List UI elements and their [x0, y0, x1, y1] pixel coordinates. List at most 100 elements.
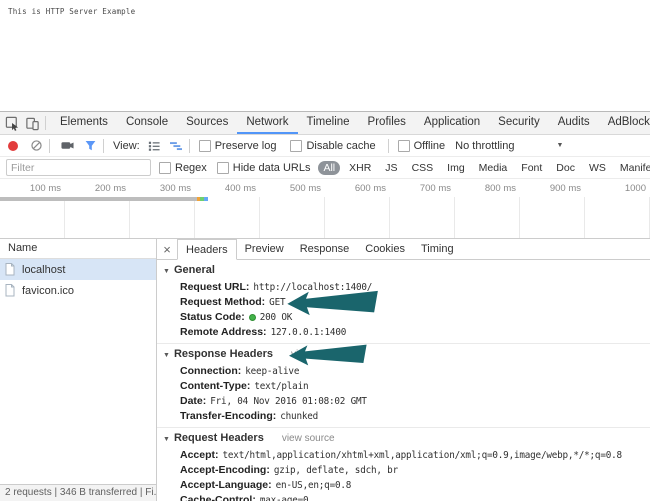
tab-sources[interactable]: Sources	[177, 112, 237, 134]
section-divider	[157, 427, 650, 428]
view-label: View:	[113, 139, 140, 152]
triangle-down-icon: ▼	[163, 436, 170, 443]
header-row: Accept-Encoding: gzip, deflate, sdch, br	[163, 462, 650, 477]
tab-adblock[interactable]: AdBlock	[599, 112, 650, 134]
timeline-tick: 300 ms	[159, 183, 191, 194]
timeline-tick: 1000	[624, 183, 646, 194]
filter-type-xhr[interactable]: XHR	[344, 161, 376, 175]
filter-type-all[interactable]: All	[318, 160, 341, 175]
view-list-icon[interactable]	[146, 138, 162, 154]
hide-data-urls-checkbox[interactable]: Hide data URLs	[216, 161, 310, 174]
request-row-favicon-ico[interactable]: favicon.ico	[0, 280, 156, 301]
disable-cache-checkbox[interactable]: Disable cache	[290, 139, 376, 152]
page-content-text: This is HTTP Server Example	[8, 7, 136, 16]
filter-type-js[interactable]: JS	[380, 161, 402, 175]
checkbox-icon[interactable]	[159, 161, 171, 174]
filter-type-media[interactable]: Media	[474, 161, 513, 175]
tab-application[interactable]: Application	[415, 112, 489, 134]
section-title-label: Response Headers	[173, 348, 273, 360]
filter-type-doc[interactable]: Doc	[551, 161, 580, 175]
tab-profiles[interactable]: Profiles	[359, 112, 415, 134]
details-tab-headers[interactable]: Headers	[177, 239, 237, 260]
header-row: Content-Type: text/plain	[163, 378, 650, 393]
chevron-down-icon[interactable]: ▼	[556, 142, 563, 149]
header-value: keep-alive	[245, 366, 300, 377]
preserve-log-checkbox[interactable]: Preserve log	[198, 139, 277, 152]
network-main-area: Name localhost favicon.ico 2 requests | 3…	[0, 239, 650, 501]
details-tab-preview[interactable]: Preview	[237, 239, 292, 259]
name-column-header[interactable]: Name	[0, 239, 156, 259]
header-value: text/plain	[254, 381, 309, 392]
toolbar-divider	[103, 138, 104, 153]
checkbox-icon[interactable]	[216, 161, 229, 174]
view-source-link[interactable]: view source	[282, 432, 335, 446]
details-tab-cookies[interactable]: Cookies	[357, 239, 413, 259]
header-name: Cache-Control:	[180, 494, 256, 501]
close-icon[interactable]: ×	[157, 239, 177, 259]
main-tabs: Elements Console Sources Network Timeline Pro…	[51, 112, 650, 134]
filter-type-css[interactable]: CSS	[407, 161, 439, 175]
details-tab-timing[interactable]: Timing	[413, 239, 462, 259]
header-row: Connection: keep-alive	[163, 363, 650, 378]
timeline-ruler: 100 ms 200 ms 300 ms 400 ms 500 ms 600 ms 700 …	[0, 179, 650, 197]
header-value: en-US,en;q=0.8	[275, 480, 352, 491]
header-value: 200 OK	[259, 312, 293, 323]
header-name: Status Code:	[180, 311, 245, 323]
tab-timeline[interactable]: Timeline	[298, 112, 359, 134]
filter-type-img[interactable]: Img	[442, 161, 470, 175]
request-list: localhost favicon.ico	[0, 259, 156, 301]
section-divider	[157, 343, 650, 344]
timeline-overview[interactable]	[0, 197, 650, 239]
section-title-request-headers[interactable]: ▼ Request Headers view source	[163, 431, 650, 447]
filter-funnel-icon[interactable]	[82, 138, 98, 154]
preserve-log-label: Preserve log	[214, 139, 277, 152]
tab-network[interactable]: Network	[237, 112, 298, 134]
timeline-tick: 200 ms	[94, 183, 126, 194]
header-value: GET	[269, 297, 286, 308]
waterfall-view-icon[interactable]	[168, 138, 184, 154]
offline-checkbox[interactable]: Offline	[397, 139, 446, 152]
section-title-general[interactable]: ▼ General	[163, 263, 650, 279]
record-button[interactable]	[8, 140, 18, 151]
filter-input[interactable]	[6, 159, 151, 176]
header-value: chunked	[280, 411, 319, 422]
filter-type-manifest[interactable]: Manifest	[615, 161, 650, 175]
clear-icon[interactable]	[28, 138, 44, 154]
timeline-tick: 500 ms	[289, 183, 321, 194]
details-tab-response[interactable]: Response	[292, 239, 358, 259]
offline-label: Offline	[413, 139, 446, 152]
checkbox-icon[interactable]	[198, 139, 211, 152]
request-name: localhost	[22, 263, 66, 276]
throttling-select[interactable]: No throttling	[455, 140, 514, 152]
header-row: Request URL: http://localhost:1400/	[163, 279, 650, 294]
request-details-pane: × Headers Preview Response Cookies Timing ▼ G…	[157, 239, 650, 501]
triangle-down-icon: ▼	[163, 352, 170, 359]
status-ok-dot	[248, 314, 256, 321]
checkbox-icon[interactable]	[290, 139, 303, 152]
request-row-localhost[interactable]: localhost	[0, 259, 156, 280]
screenshot-camera-icon[interactable]	[59, 138, 75, 154]
resource-type-filters: AllXHRJSCSSImgMediaFontDocWSManifestOthe…	[316, 160, 650, 175]
browser-window: This is HTTP Server Example Elements Cons…	[0, 0, 650, 501]
toolbar-divider	[45, 116, 46, 130]
tab-elements[interactable]: Elements	[51, 112, 117, 134]
header-name: Request Method:	[180, 296, 266, 308]
timeline-tick: 600 ms	[354, 183, 386, 194]
toolbar-divider	[49, 138, 50, 153]
regex-label: Regex	[175, 161, 207, 174]
checkbox-icon[interactable]	[397, 139, 410, 152]
header-row: Date: Fri, 04 Nov 2016 01:08:02 GMT	[163, 393, 650, 408]
view-source-link[interactable]: view source	[291, 348, 344, 362]
section-title-label: General	[173, 264, 215, 276]
filter-type-ws[interactable]: WS	[584, 161, 611, 175]
filter-type-font[interactable]: Font	[516, 161, 547, 175]
timeline-tick: 900 ms	[549, 183, 581, 194]
inspect-element-icon[interactable]	[5, 115, 20, 131]
regex-checkbox[interactable]: Regex	[159, 161, 207, 174]
tab-audits[interactable]: Audits	[549, 112, 599, 134]
header-row: Remote Address: 127.0.0.1:1400	[163, 324, 650, 339]
tab-console[interactable]: Console	[117, 112, 177, 134]
device-toolbar-icon[interactable]	[25, 115, 40, 131]
tab-security[interactable]: Security	[489, 112, 549, 134]
section-title-response-headers[interactable]: ▼ Response Headers view source	[163, 347, 650, 363]
